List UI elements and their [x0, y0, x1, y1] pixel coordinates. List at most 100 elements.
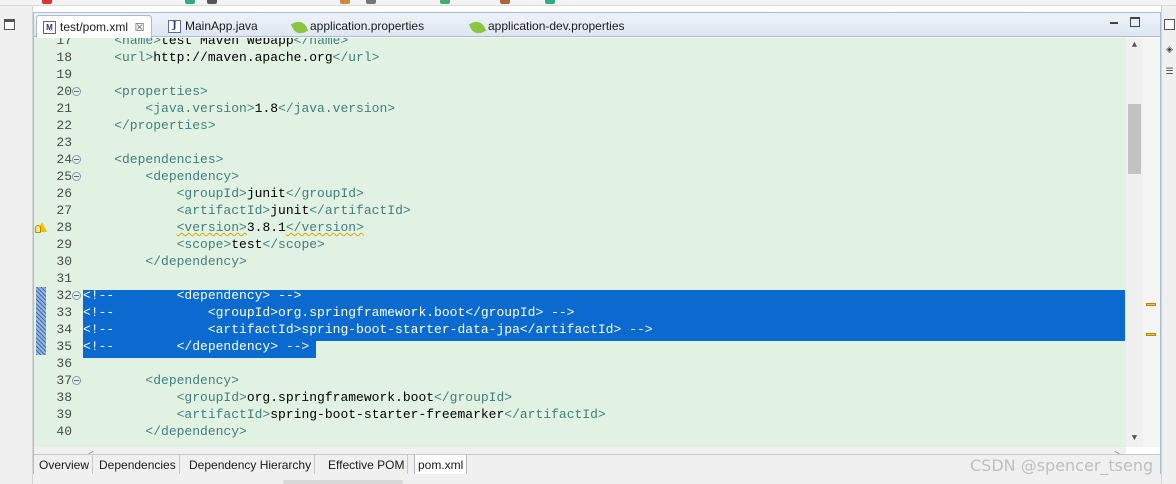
- quick-fix-warning-icon[interactable]: [35, 222, 47, 233]
- fold-toggle-icon[interactable]: [72, 155, 81, 164]
- minimize-icon[interactable]: [1108, 17, 1120, 29]
- tab-pom-xml[interactable]: M test/pom.xml ☒: [36, 15, 153, 38]
- code-line[interactable]: 17 <name>test Maven Webapp</name>: [34, 38, 1126, 49]
- code-line[interactable]: 35 <!-- </dependency> -->: [34, 338, 1126, 355]
- fast-view-icon[interactable]: ◈: [1164, 44, 1175, 55]
- tab-application-dev-properties[interactable]: application-dev.properties: [465, 15, 631, 37]
- code-line[interactable]: 32 <!-- <dependency> -->: [34, 287, 1126, 304]
- toolbar-icon[interactable]: [440, 0, 450, 4]
- code-line[interactable]: 34 <!-- <artifactId>spring-boot-starter-d…: [34, 321, 1126, 338]
- toolbar-icon[interactable]: [340, 0, 350, 4]
- code-line[interactable]: 30 </dependency>: [34, 253, 1126, 270]
- tab-dependencies[interactable]: Dependencies: [96, 455, 180, 475]
- code-token: http://maven.apache.org: [153, 50, 333, 65]
- close-icon[interactable]: ☒: [134, 21, 145, 34]
- left-minimized-panel: [0, 6, 33, 484]
- code-token: </dependency>: [83, 254, 247, 269]
- change-marker: [36, 304, 46, 321]
- tab-overview[interactable]: Overview: [36, 455, 94, 475]
- code-token: <!-- <groupId>org.springframework.boot</…: [83, 305, 575, 320]
- scroll-up-arrow[interactable]: ▲: [1126, 38, 1143, 52]
- code-token: name: [122, 38, 154, 48]
- change-marker: [36, 338, 46, 355]
- scrollbar-thumb[interactable]: [1128, 104, 1141, 174]
- code-line[interactable]: 38 <groupId>org.springframework.boot</gr…: [34, 389, 1126, 406]
- warning-marker[interactable]: [1146, 303, 1156, 306]
- code-line[interactable]: 20 <properties>: [34, 83, 1126, 100]
- code-line[interactable]: 36: [34, 355, 1126, 372]
- code-line[interactable]: 40 </dependency>: [34, 423, 1126, 440]
- code-token: 3.8.1: [246, 220, 286, 235]
- code-token: </properties>: [83, 118, 216, 133]
- code-token: org.springframework.boot: [246, 390, 435, 405]
- code-token: <java.version>: [83, 101, 255, 116]
- line-number: 22: [56, 118, 72, 133]
- code-line[interactable]: 33 <!-- <groupId>org.springframework.boot…: [34, 304, 1126, 321]
- toolbar-icon[interactable]: [207, 0, 217, 4]
- code-line[interactable]: 24 <dependencies>: [34, 151, 1126, 168]
- toolbar-icon[interactable]: [185, 0, 195, 4]
- main-toolbar: [0, 0, 1176, 6]
- spring-leaf-icon: [468, 18, 487, 36]
- line-number: 31: [56, 271, 72, 286]
- fold-toggle-icon[interactable]: [72, 172, 81, 181]
- code-line[interactable]: 19: [34, 66, 1126, 83]
- code-token: <: [83, 38, 123, 48]
- change-marker: [36, 287, 46, 304]
- tab-application-properties[interactable]: application.properties: [287, 15, 430, 37]
- outline-icon[interactable]: ☰: [1164, 66, 1175, 77]
- toolbar-icon[interactable]: [42, 0, 52, 4]
- code-token: </: [293, 38, 310, 48]
- code-token: <dependency>: [83, 169, 240, 184]
- code-line[interactable]: 37 <dependency>: [34, 372, 1126, 389]
- code-token: >: [340, 38, 349, 48]
- tab-pom-xml-source[interactable]: pom.xml: [414, 455, 468, 476]
- toolbar-icon[interactable]: [366, 0, 376, 4]
- code-line[interactable]: 25 <dependency>: [34, 168, 1126, 185]
- vertical-scrollbar[interactable]: ▲ ▼: [1126, 38, 1143, 447]
- restore-view-icon[interactable]: [4, 19, 15, 30]
- code-text: <dependency>: [83, 168, 239, 185]
- sash-handle[interactable]: [283, 480, 403, 484]
- code-token: <artifactId>: [83, 407, 271, 422]
- maximize-icon[interactable]: [1130, 17, 1140, 27]
- warning-marker[interactable]: [1146, 333, 1156, 336]
- code-line[interactable]: 31: [34, 270, 1126, 287]
- code-editor[interactable]: 17 <name>test Maven Webapp</name> 18 <url…: [34, 38, 1160, 447]
- code-token: junit: [270, 203, 310, 218]
- scroll-down-arrow[interactable]: ▼: [1126, 431, 1143, 445]
- code-line[interactable]: 23: [34, 134, 1126, 151]
- code-line[interactable]: 22 </properties>: [34, 117, 1126, 134]
- tab-effective-pom[interactable]: Effective POM: [325, 455, 409, 475]
- code-token: </version>: [285, 220, 364, 235]
- restore-view-icon[interactable]: [1164, 19, 1175, 30]
- pom-editor: M test/pom.xml ☒ J MainApp.java applicat…: [33, 12, 1161, 476]
- code-token: <url>: [83, 50, 154, 65]
- fold-toggle-icon[interactable]: [72, 87, 81, 96]
- code-line[interactable]: 26 <groupId>junit</groupId>: [34, 185, 1126, 202]
- fold-toggle-icon[interactable]: [72, 291, 81, 300]
- code-token: test Maven Webapp: [161, 38, 294, 48]
- toolbar-icon[interactable]: [500, 0, 510, 4]
- code-line[interactable]: 28 <version>3.8.1</version>: [34, 219, 1126, 236]
- bottom-panel-sash[interactable]: [33, 474, 1161, 484]
- code-line[interactable]: 39 <artifactId>spring-boot-starter-freem…: [34, 406, 1126, 423]
- code-line[interactable]: 21 <java.version>1.8</java.version>: [34, 100, 1126, 117]
- xml-file-icon: M: [43, 20, 56, 34]
- right-minimized-panel: ◈ ☰: [1161, 6, 1176, 484]
- line-number: 39: [56, 407, 72, 422]
- line-number: 35: [56, 339, 72, 354]
- tab-label: application.properties: [310, 19, 425, 33]
- fold-toggle-icon[interactable]: [72, 376, 81, 385]
- line-number: 27: [56, 203, 72, 218]
- code-text: <url>http://maven.apache.org</url>: [83, 49, 379, 66]
- code-line[interactable]: 29 <scope>test</scope>: [34, 236, 1126, 253]
- tab-mainapp-java[interactable]: J MainApp.java: [162, 15, 264, 37]
- code-line[interactable]: 18 <url>http://maven.apache.org</url>: [34, 49, 1126, 66]
- code-text: <name>test Maven Webapp</name>: [83, 38, 348, 49]
- toolbar-icon[interactable]: [545, 0, 555, 4]
- tab-label: MainApp.java: [185, 19, 258, 33]
- tab-dependency-hierarchy[interactable]: Dependency Hierarchy: [186, 455, 316, 475]
- code-line[interactable]: 27 <artifactId>junit</artifactId>: [34, 202, 1126, 219]
- code-text: <!-- </dependency> -->: [83, 338, 309, 355]
